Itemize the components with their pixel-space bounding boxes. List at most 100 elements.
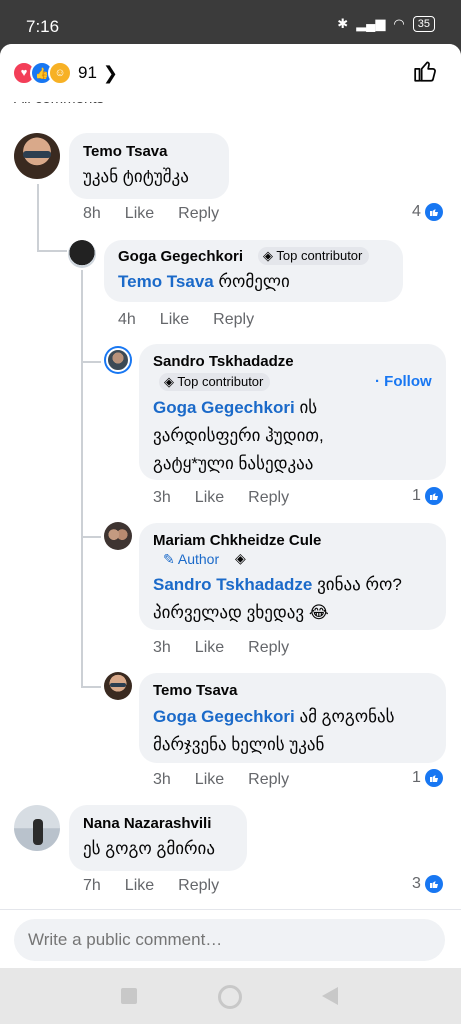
like-button[interactable]: Like — [125, 877, 154, 894]
thread-line — [81, 361, 101, 363]
thread-line — [37, 184, 39, 252]
like-icon — [424, 769, 443, 787]
reply-button[interactable]: Reply — [248, 771, 289, 788]
comment-composer — [0, 909, 461, 968]
like-icon — [424, 487, 443, 505]
comment-author[interactable]: Nana Nazarashvili — [83, 815, 211, 832]
like-button[interactable]: Like — [125, 205, 154, 222]
reaction-count: 4 — [412, 203, 421, 220]
pencil-icon: ✎ — [163, 551, 178, 567]
comment-actions: 7h Like Reply — [83, 877, 243, 895]
avatar[interactable] — [104, 672, 132, 700]
comment-time: 3h — [153, 639, 171, 656]
comment-time: 8h — [83, 205, 101, 222]
like-icon — [424, 875, 443, 893]
comment-author[interactable]: Temo Tsava — [83, 143, 167, 160]
top-contributor-badge: ◈ Top contributor — [258, 247, 370, 265]
care-reaction-icon: ☺ — [48, 61, 72, 85]
status-icons: ✱ ▂▄▆ ◠ 35 — [337, 16, 435, 32]
comment-bubble[interactable]: Nana Nazarashvili ეს გოგო გმირია — [69, 805, 247, 871]
reaction-summary[interactable]: ♥ 👍 ☺ 91 ❯ — [12, 61, 118, 85]
comment-author[interactable]: Temo Tsava — [153, 682, 237, 699]
comment-text: Goga Gegechkori ამ გოგონას — [153, 707, 395, 726]
follow-button[interactable]: · Follow — [375, 373, 432, 390]
like-post-icon[interactable] — [413, 58, 439, 84]
status-bar: 7:16 ✱ ▂▄▆ ◠ 35 — [0, 0, 461, 44]
home-button[interactable] — [218, 985, 242, 1009]
comment-text-line: პირველად ვხედავ 😂 — [153, 603, 329, 622]
wifi-icon: ◠ — [393, 16, 405, 31]
comment-text: Temo Tsava რომელი — [118, 272, 290, 291]
like-icon — [424, 203, 443, 221]
system-nav-bar — [0, 968, 461, 1024]
avatar[interactable] — [14, 133, 60, 179]
comment-text: Goga Gegechkori ის — [153, 398, 318, 417]
like-button[interactable]: Like — [195, 771, 224, 788]
reaction-count-badge[interactable]: 3 — [412, 875, 443, 893]
comment-bubble[interactable]: Goga Gegechkori ◈ Top contributor Temo T… — [104, 240, 403, 302]
thread-line — [37, 250, 67, 252]
reply-button[interactable]: Reply — [248, 489, 289, 506]
comment-actions: 3h Like Reply — [153, 771, 313, 789]
recents-button[interactable] — [121, 988, 137, 1004]
reply-button[interactable]: Reply — [178, 205, 219, 222]
like-button[interactable]: Like — [160, 311, 189, 328]
avatar[interactable] — [68, 240, 96, 268]
comment-bubble[interactable]: Temo Tsava უკან ტიტუშკა — [69, 133, 229, 199]
like-button[interactable]: Like — [195, 639, 224, 656]
comment-author[interactable]: Sandro Tskhadadze — [153, 353, 294, 370]
comment-text: Sandro Tskhadadze ვინაა რო? — [153, 575, 402, 594]
comment-actions: 3h Like Reply — [153, 489, 313, 507]
comment-text-line: ვარდისფერი ჰუდით, — [153, 426, 324, 445]
badge-icon: ◈ — [164, 374, 178, 389]
reaction-count: 1 — [412, 769, 421, 786]
mention-link[interactable]: Sandro Tskhadadze — [153, 575, 312, 594]
thread-line — [81, 270, 83, 688]
status-time: 7:16 — [26, 17, 60, 36]
reply-button[interactable]: Reply — [178, 877, 219, 894]
comment-author[interactable]: Mariam Chkheidze Cule — [153, 532, 321, 549]
avatar[interactable] — [14, 805, 60, 851]
reply-button[interactable]: Reply — [213, 311, 254, 328]
mention-link[interactable]: Temo Tsava — [118, 272, 214, 291]
comment-text-line: გატყ*ული ნასედკაა — [153, 454, 314, 473]
comment-time: 3h — [153, 489, 171, 506]
bluetooth-icon: ✱ — [337, 16, 349, 31]
comment-actions: 8h Like Reply — [83, 205, 243, 223]
comment-actions: 4h Like Reply — [118, 311, 278, 329]
comments-sheet: ♥ 👍 ☺ 91 ❯ All comments Temo Tsava უკან … — [0, 44, 461, 968]
like-button[interactable]: Like — [195, 489, 224, 506]
badge-icon: ◈ — [235, 550, 246, 566]
comment-bubble[interactable]: Mariam Chkheidze Cule ✎ Author ◈ Sandro … — [139, 523, 446, 630]
chevron-right-icon: ❯ — [102, 62, 119, 83]
reaction-count: 3 — [412, 875, 421, 892]
battery-icon: 35 — [412, 16, 435, 32]
comment-text-line: მარჯვენა ხელის უკან — [153, 735, 325, 754]
reaction-count: 91 — [78, 63, 97, 82]
reaction-count-badge[interactable]: 1 — [412, 487, 443, 505]
badge-icon: ◈ — [263, 248, 277, 263]
top-contributor-badge: ◈ Top contributor — [159, 373, 271, 391]
thread-line — [81, 686, 101, 688]
laughing-emoji-icon: 😂 — [308, 603, 329, 622]
mention-link[interactable]: Goga Gegechkori — [153, 707, 295, 726]
reaction-count-badge[interactable]: 4 — [412, 203, 443, 221]
comment-time: 3h — [153, 771, 171, 788]
avatar[interactable] — [104, 522, 132, 550]
comment-author[interactable]: Goga Gegechkori — [118, 248, 243, 265]
reaction-count-badge[interactable]: 1 — [412, 769, 443, 787]
comment-bubble[interactable]: Temo Tsava Goga Gegechkori ამ გოგონას მა… — [139, 673, 446, 763]
mention-link[interactable]: Goga Gegechkori — [153, 398, 295, 417]
comment-bubble[interactable]: Sandro Tskhadadze ◈ Top contributor · Fo… — [139, 344, 446, 480]
avatar[interactable] — [104, 346, 132, 374]
reaction-count: 1 — [412, 487, 421, 504]
thread-line — [81, 536, 101, 538]
back-button[interactable] — [322, 987, 338, 1005]
comment-time: 4h — [118, 311, 136, 328]
sheet-header: ♥ 👍 ☺ 91 ❯ — [0, 44, 461, 102]
comment-actions: 3h Like Reply — [153, 639, 313, 657]
reply-button[interactable]: Reply — [248, 639, 289, 656]
comment-time: 7h — [83, 877, 101, 894]
comment-input[interactable] — [14, 919, 445, 961]
author-badge: ✎ Author — [163, 551, 220, 567]
